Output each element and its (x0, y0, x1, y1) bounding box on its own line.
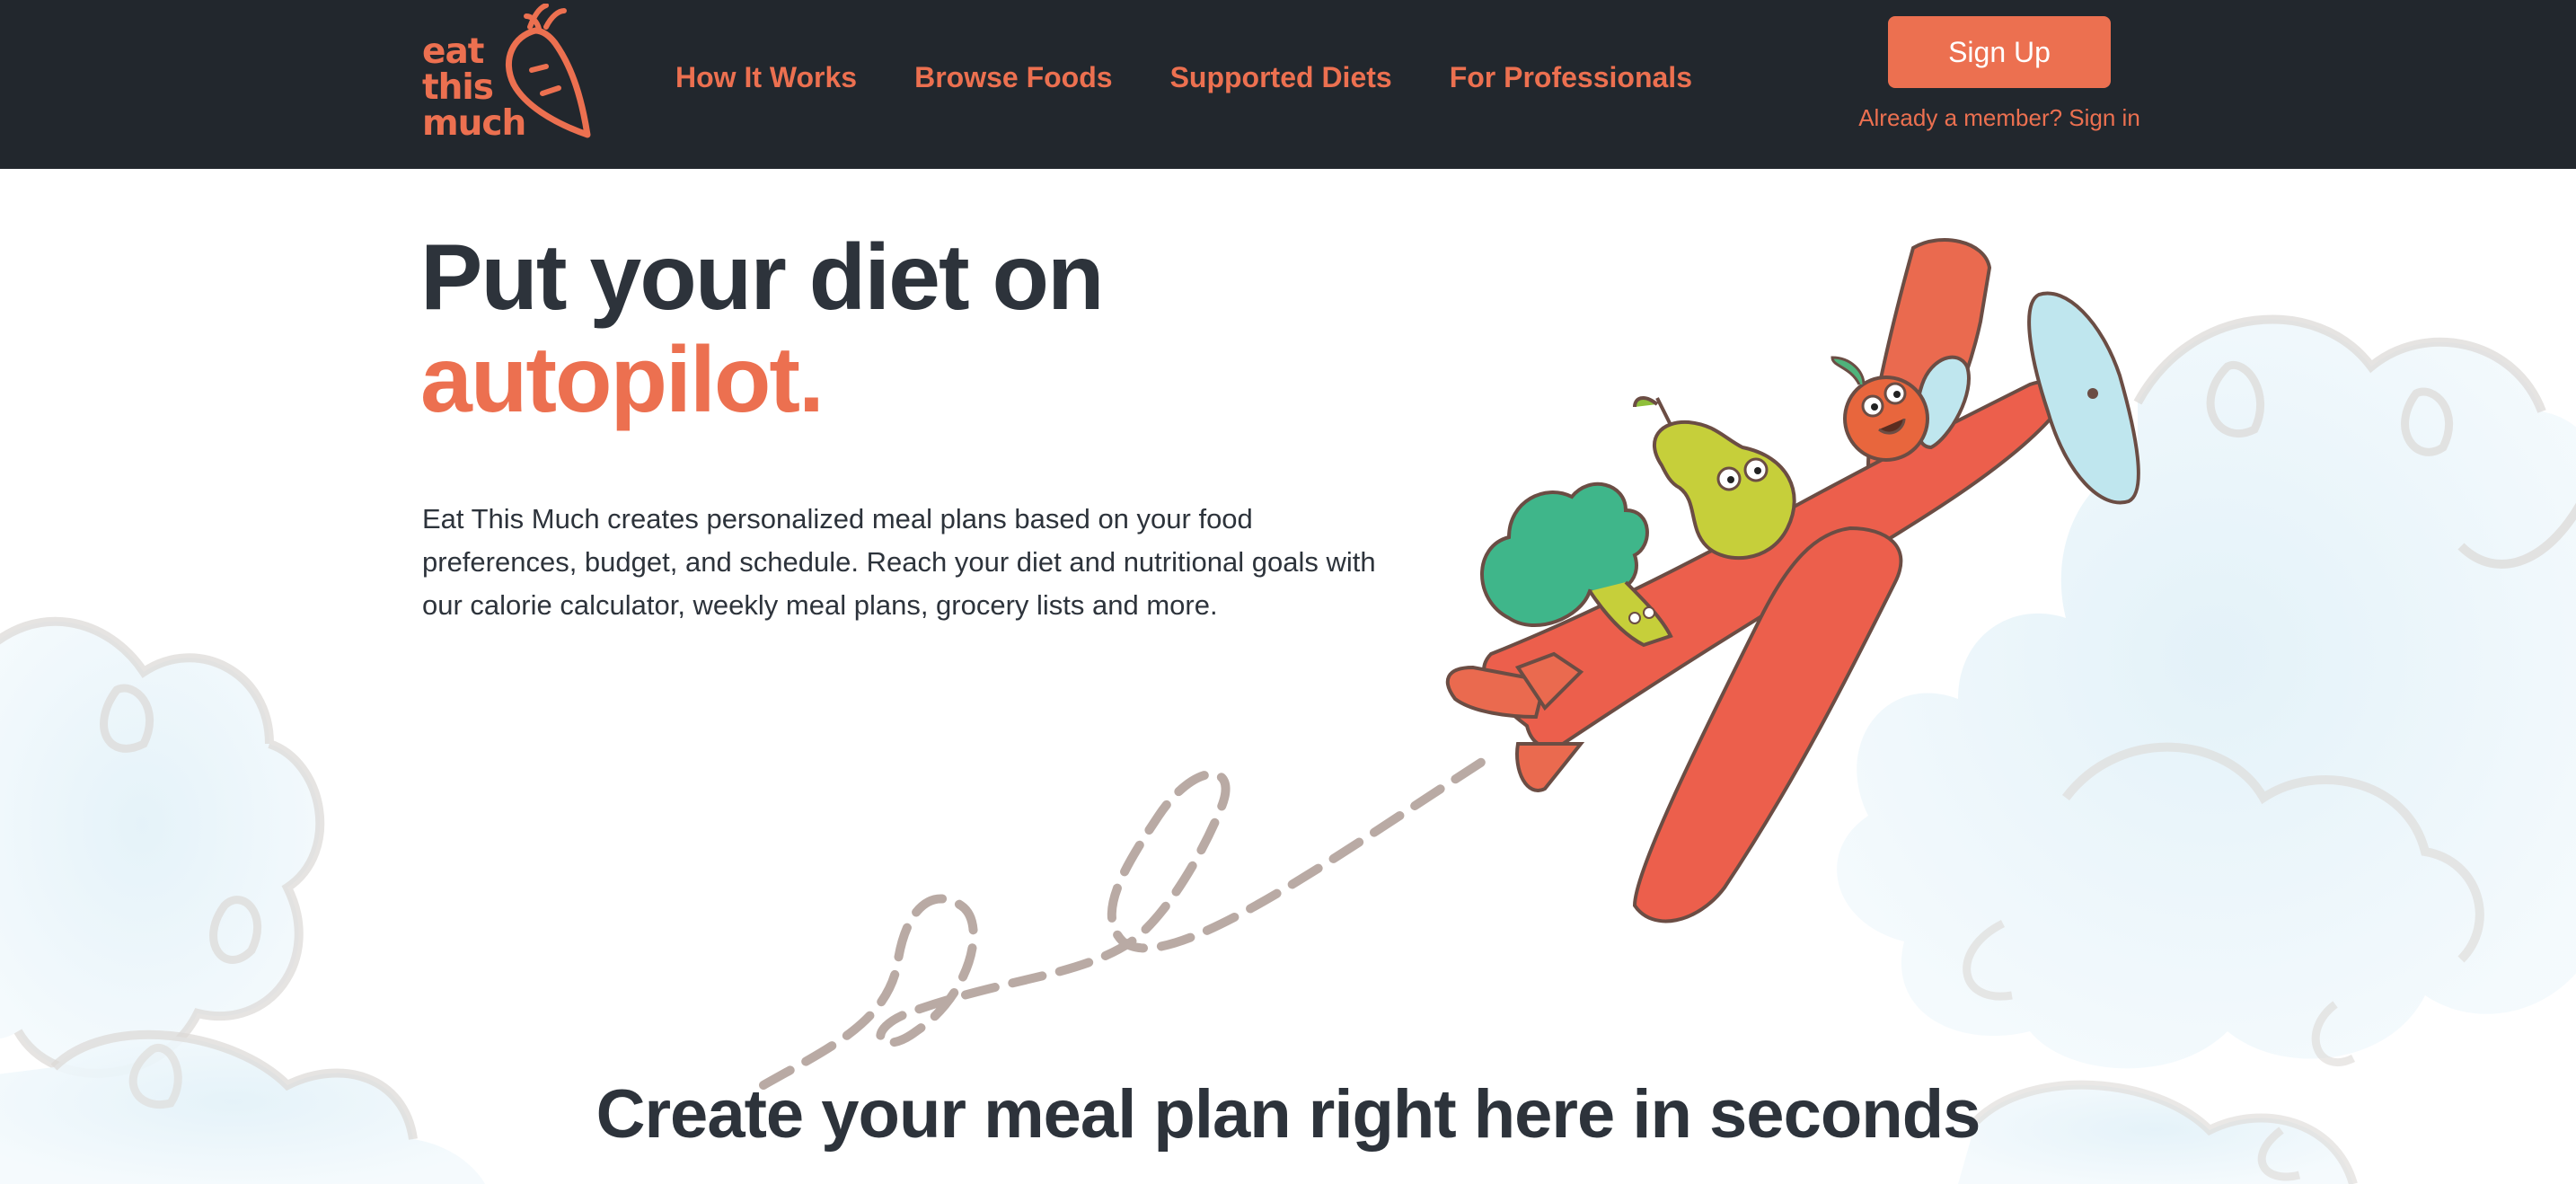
hero-illustration (0, 238, 2576, 1184)
sign-up-button[interactable]: Sign Up (1888, 16, 2111, 88)
hero-heading: Put your diet on autopilot. (420, 225, 1105, 432)
nav-supported-diets[interactable]: Supported Diets (1170, 59, 1392, 95)
hero-heading-line: Put your diet on (420, 225, 1105, 330)
main-nav: How It Works Browse Foods Supported Diet… (675, 59, 1692, 95)
brand-logo[interactable]: eat this much (419, 4, 598, 147)
top-navigation-bar: eat this much How It Works Browse Foods … (0, 0, 2576, 169)
meal-plan-section-title: Create your meal plan right here in seco… (595, 1076, 1981, 1153)
nav-how-it-works[interactable]: How It Works (675, 59, 857, 95)
hero-heading-accent: autopilot. (420, 328, 825, 432)
nav-browse-foods[interactable]: Browse Foods (914, 59, 1112, 95)
carrot-logo-icon (505, 4, 591, 138)
nav-for-professionals[interactable]: For Professionals (1450, 59, 1692, 95)
hero-description: Eat This Much creates personalized meal … (422, 503, 1376, 621)
flight-trail-decoration (759, 757, 1486, 1090)
sign-in-link[interactable]: Already a member? Sign in (1852, 104, 2147, 132)
pear-character (1633, 396, 1796, 561)
